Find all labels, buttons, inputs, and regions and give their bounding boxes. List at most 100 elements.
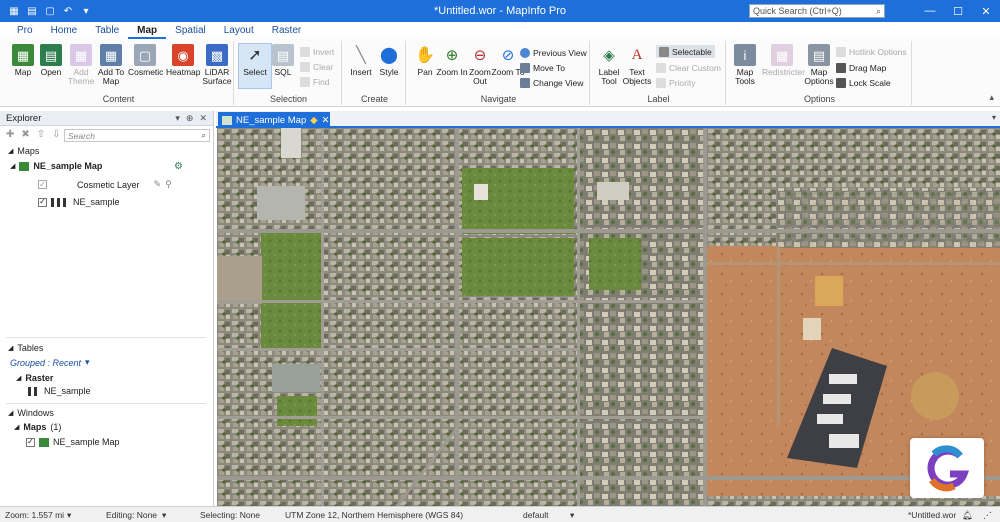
- resize-grip-icon[interactable]: ⋰: [983, 510, 992, 521]
- tab-home[interactable]: Home: [42, 22, 87, 39]
- cosmetic-layer-item[interactable]: ✓ Cosmetic Layer ✎ ⚲: [38, 179, 172, 190]
- content-group: ▦ Map ▤ Open ▦ Add Theme ▦ Add To Map ▢ …: [4, 41, 234, 105]
- windows-section-header[interactable]: ◢ Windows: [8, 408, 54, 418]
- notification-icon[interactable]: 🔔︎: [962, 510, 973, 521]
- zoom-status[interactable]: Zoom: 1.557 mi: [5, 510, 64, 520]
- selectable-icon: [659, 46, 669, 57]
- map-window-checkbox[interactable]: ✓: [26, 437, 35, 447]
- tab-layout[interactable]: Layout: [215, 22, 263, 39]
- move-down-icon[interactable]: ⇩: [52, 129, 60, 140]
- options-group: i Map Tools ▦ Redistricter ▤ Map Options…: [728, 41, 912, 105]
- tab-map[interactable]: Map: [128, 22, 167, 39]
- editing-status[interactable]: Editing: None: [106, 510, 157, 520]
- raster-group[interactable]: ◢ Raster: [16, 373, 53, 383]
- map-window-item[interactable]: ✓ NE_sample Map: [26, 437, 120, 447]
- map-document-tab[interactable]: NE_sample Map ◆ ✕: [218, 112, 330, 128]
- grouped-dropdown[interactable]: Grouped : Recent ▾: [10, 357, 90, 368]
- text-objects-button[interactable]: A Text Objects: [620, 44, 654, 86]
- tables-header-label: Tables: [17, 343, 44, 353]
- explorer-search-placeholder: Search: [68, 130, 95, 141]
- lidar-surface-button[interactable]: ▩ LiDAR Surface: [200, 44, 234, 86]
- quick-search-input[interactable]: Quick Search (Ctrl+Q) ⌕: [749, 4, 885, 18]
- map-options-button[interactable]: ▤ Map Options: [802, 44, 836, 86]
- tables-section-header[interactable]: ◢ Tables: [8, 343, 43, 353]
- close-panel-icon[interactable]: ✕: [199, 113, 207, 124]
- pin-panel-icon[interactable]: ⊕: [186, 113, 194, 124]
- dropdown-icon: ▾: [85, 357, 90, 367]
- ribbon-tab-bar: Pro Home Table Map Spatial Layout Raster: [0, 22, 1000, 39]
- selectable-toggle[interactable]: Selectable: [656, 45, 715, 58]
- invert-button[interactable]: Invert: [300, 45, 334, 58]
- collapse-icon: ◢: [14, 424, 20, 431]
- redistricter-button[interactable]: ▦ Redistricter: [762, 44, 805, 77]
- selecting-status[interactable]: Selecting: None: [200, 510, 260, 520]
- map-document-tab-label: NE_sample Map: [236, 114, 307, 126]
- tab-raster[interactable]: Raster: [263, 22, 310, 39]
- zoom-to-icon: ⊘: [501, 46, 515, 64]
- dropdown-icon[interactable]: ▾: [175, 113, 180, 124]
- lock-scale-toggle[interactable]: Lock Scale: [836, 76, 891, 89]
- close-button[interactable]: ✕: [972, 0, 1000, 22]
- maximize-button[interactable]: ☐: [944, 0, 972, 22]
- change-view-icon: [520, 77, 530, 88]
- move-to-button[interactable]: Move To: [520, 61, 565, 74]
- layer-options-icon[interactable]: ⚙: [174, 161, 183, 172]
- clear-custom-button[interactable]: Clear Custom: [656, 61, 721, 74]
- cosmetic-layer-checkbox[interactable]: ✓: [38, 180, 47, 189]
- app-icon[interactable]: ▦: [8, 5, 20, 17]
- cosmetic-button-label: Cosmetic: [128, 67, 164, 77]
- dropdown-icon[interactable]: ▾: [67, 510, 71, 521]
- ne-sample-layer-checkbox[interactable]: ✓: [38, 197, 47, 207]
- map-tree-item[interactable]: ◢ NE_sample Map: [10, 161, 102, 171]
- collapse-icon: ◢: [16, 375, 22, 382]
- move-up-icon[interactable]: ⇧: [37, 129, 45, 140]
- find-button[interactable]: Find: [300, 75, 330, 88]
- save-icon[interactable]: ▤: [26, 5, 38, 17]
- add-icon[interactable]: ✚: [6, 129, 14, 140]
- collapse-ribbon-icon[interactable]: ▴: [989, 92, 994, 103]
- dropdown-icon[interactable]: ▾: [570, 510, 574, 521]
- tab-table[interactable]: Table: [86, 22, 128, 39]
- add-theme-button[interactable]: ▦ Add Theme: [64, 44, 98, 86]
- dropdown-icon[interactable]: ▾: [162, 510, 166, 521]
- tab-spatial[interactable]: Spatial: [166, 22, 215, 39]
- heatmap-button[interactable]: ◉ Heatmap: [166, 44, 201, 77]
- map-window-label: NE_sample Map: [53, 437, 120, 447]
- new-icon[interactable]: ▢: [44, 5, 56, 17]
- edit-icon[interactable]: ✎: [154, 179, 162, 190]
- style-button[interactable]: ⬤ Style: [372, 44, 406, 77]
- sql-button[interactable]: ▤ SQL: [266, 44, 300, 77]
- priority-button[interactable]: Priority: [656, 76, 695, 89]
- cosmetic-button[interactable]: ▢ Cosmetic: [128, 44, 164, 77]
- maps-section-header[interactable]: ◢ Maps: [8, 146, 39, 156]
- hotlink-options-button[interactable]: Hotlink Options: [836, 45, 907, 58]
- pin-icon[interactable]: ◆: [310, 115, 317, 126]
- drag-map-toggle[interactable]: Drag Map: [836, 61, 886, 74]
- undo-icon[interactable]: ↶: [62, 5, 74, 17]
- customize-icon[interactable]: ▾: [80, 5, 92, 17]
- maps-window-group[interactable]: ◢ Maps (1): [14, 422, 61, 432]
- tab-pro[interactable]: Pro: [8, 22, 42, 39]
- explorer-search-input[interactable]: Search ⌕: [64, 129, 210, 142]
- map-name-label: NE_sample Map: [33, 161, 103, 171]
- map-tools-button[interactable]: i Map Tools: [728, 44, 762, 86]
- minimize-button[interactable]: —: [916, 0, 944, 22]
- style-status[interactable]: default: [523, 510, 549, 520]
- map-tools-button-label: Map Tools: [735, 67, 755, 86]
- clear-button[interactable]: Clear: [300, 60, 333, 73]
- change-view-button[interactable]: Change View: [520, 76, 583, 89]
- ne-sample-layer-item[interactable]: ✓ NE_sample: [38, 197, 120, 207]
- close-tab-icon[interactable]: ✕: [322, 115, 330, 126]
- add-to-map-button-label: Add To Map: [97, 67, 125, 86]
- tab-list-icon[interactable]: ▾: [992, 113, 996, 122]
- open-button[interactable]: ▤ Open: [34, 44, 68, 77]
- projection-status[interactable]: UTM Zone 12, Northern Hemisphere (WGS 84…: [285, 510, 463, 520]
- map-canvas[interactable]: [217, 128, 1000, 506]
- raster-table-item[interactable]: NE_sample: [28, 386, 91, 396]
- collapse-icon: ◢: [8, 345, 14, 352]
- add-to-map-button[interactable]: ▦ Add To Map: [94, 44, 128, 86]
- hand-icon: ✋: [415, 46, 435, 64]
- select-layer-icon[interactable]: ⚲: [165, 179, 172, 190]
- remove-icon[interactable]: ✖: [21, 129, 29, 140]
- previous-view-button[interactable]: Previous View: [520, 46, 587, 59]
